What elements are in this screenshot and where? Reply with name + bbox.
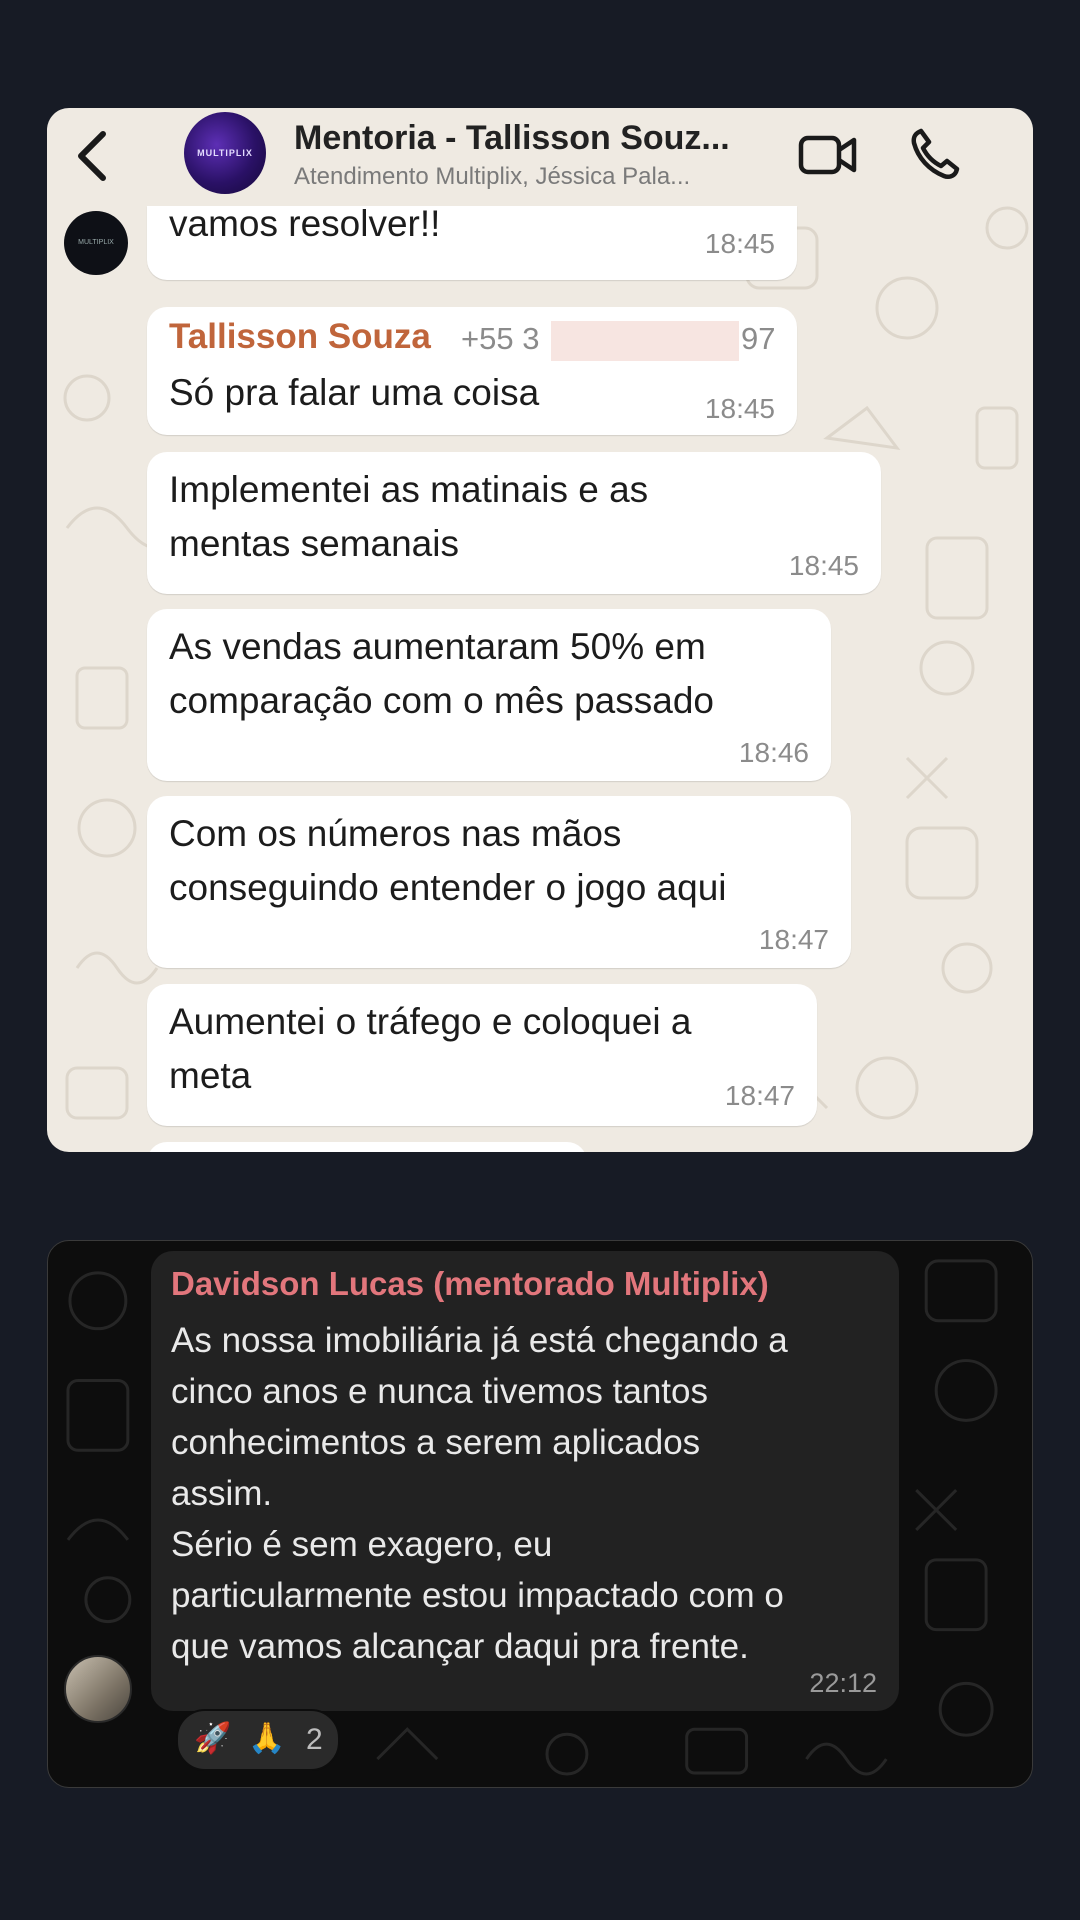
message-bubble: Tallisson Souza +55 3 97 Só pra falar um… (147, 307, 797, 435)
message-text: comparação com o mês passado (169, 680, 714, 721)
message-time: 18:45 (704, 228, 775, 259)
chat-header: MULTIPLIX Mentoria - Tallisson Souz... A… (47, 108, 1033, 206)
message-line: Sério é sem exagero, eu (171, 1525, 553, 1564)
sender-name[interactable]: Davidson Lucas (mentorado Multiplix) (171, 1265, 769, 1303)
back-chevron-icon[interactable] (69, 126, 119, 186)
message-bubble: Aumentei o tráfego e coloquei a meta 18:… (147, 984, 817, 1126)
message-bubble: Implementei as matinais e as mentas sema… (147, 452, 881, 594)
message-bubble: As vendas aumentaram 50% em comparação c… (147, 609, 831, 781)
message-text: Só pra falar uma coisa (169, 372, 540, 413)
message-time: 18:45 (788, 550, 859, 581)
group-avatar[interactable]: MULTIPLIX (184, 112, 266, 194)
message-time: 18:47 (724, 1080, 795, 1111)
chat-participants[interactable]: Atendimento Multiplix, Jéssica Pala... (294, 163, 690, 191)
message-line: que vamos alcançar daqui pra frente. (171, 1627, 749, 1666)
video-call-icon[interactable] (797, 130, 859, 180)
next-message-bubble-partial (147, 1142, 587, 1152)
rocket-emoji: 🚀 (194, 1722, 232, 1755)
chat-title[interactable]: Mentoria - Tallisson Souz... (294, 119, 730, 158)
message-time: 18:45 (704, 393, 775, 424)
message-text: Com os números nas mãos (169, 813, 622, 854)
message-text: vamos resolver!! (169, 203, 441, 244)
sender-phone-suffix: 97 (741, 321, 776, 356)
dark-chat-screenshot: Davidson Lucas (mentorado Multiplix) As … (47, 1240, 1033, 1788)
message-text: As nossa imobiliária já está chegando a … (171, 1315, 788, 1672)
sender-avatar[interactable]: MULTIPLIX (64, 211, 128, 275)
sender-phone: +55 3 (461, 321, 540, 356)
message-text: Implementei as matinais e as (169, 469, 649, 510)
pray-emoji: 🙏 (248, 1722, 286, 1755)
message-bubble: vamos resolver!! 18:45 (147, 203, 797, 280)
message-text: meta (169, 1055, 252, 1096)
sender-avatar[interactable] (64, 1655, 132, 1723)
message-time: 22:12 (809, 1668, 877, 1698)
message-line: assim. (171, 1474, 273, 1513)
message-text: Aumentei o tráfego e coloquei a (169, 1001, 692, 1042)
message-text: As vendas aumentaram 50% em (169, 626, 706, 667)
message-time: 18:47 (758, 924, 829, 955)
message-line: cinco anos e nunca tivemos tantos (171, 1372, 708, 1411)
message-bubble: Davidson Lucas (mentorado Multiplix) As … (151, 1251, 899, 1711)
light-chat-screenshot: MULTIPLIX Mentoria - Tallisson Souz... A… (47, 108, 1033, 1152)
message-text: mentas semanais (169, 523, 459, 564)
phone-redaction (551, 321, 739, 361)
message-line: As nossa imobiliária já está chegando a (171, 1321, 788, 1360)
sender-name[interactable]: Tallisson Souza (169, 317, 431, 357)
message-time: 18:46 (738, 737, 809, 768)
message-line: particularmente estou impactado com o (171, 1576, 784, 1615)
reaction-count: 2 (306, 1723, 323, 1756)
phone-call-icon[interactable] (909, 126, 961, 182)
reactions-pill[interactable]: 🚀 🙏 2 (176, 1709, 340, 1771)
message-bubble: Com os números nas mãos conseguindo ente… (147, 796, 851, 968)
message-text: conseguindo entender o jogo aqui (169, 867, 727, 908)
message-line: conhecimentos a serem aplicados (171, 1423, 701, 1462)
